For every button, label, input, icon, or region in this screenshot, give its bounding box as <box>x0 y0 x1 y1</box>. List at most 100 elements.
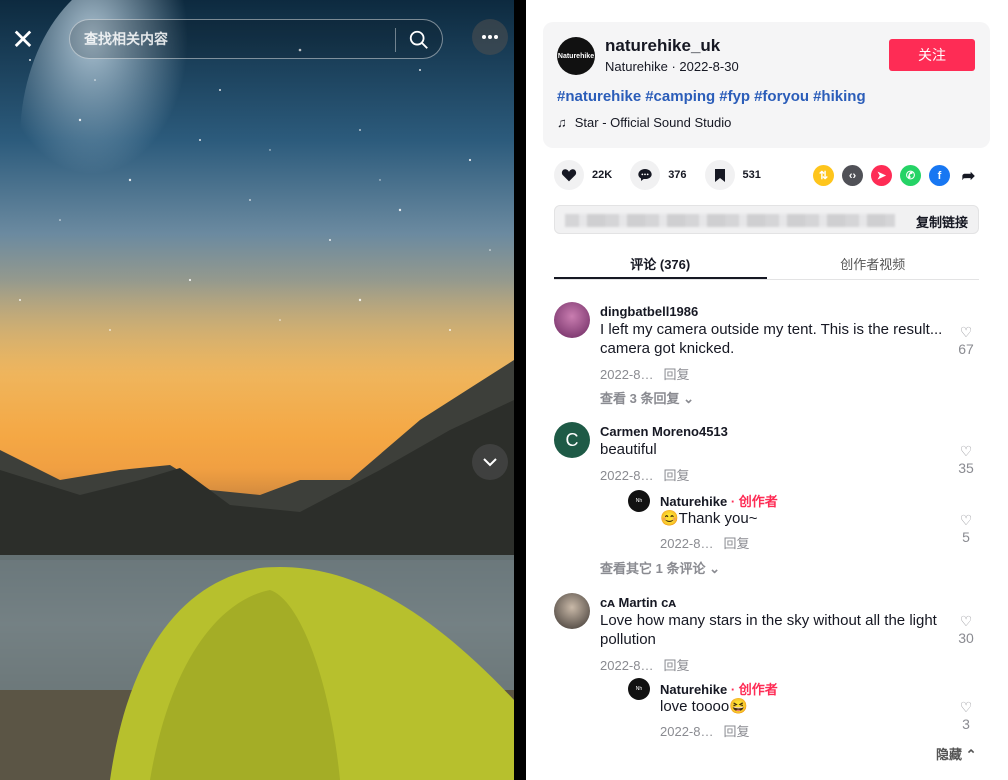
creator-avatar[interactable]: Nh <box>628 490 650 512</box>
view-more-label: 查看其它 1 条评论 <box>600 561 706 576</box>
chevron-down-icon <box>483 458 497 467</box>
creator-avatar[interactable]: Nh <box>628 678 650 700</box>
reply-button[interactable]: 回复 <box>663 658 689 673</box>
heart-outline-icon: ♡ <box>959 443 973 459</box>
heart-outline-icon: ♡ <box>959 512 973 528</box>
reply-text: 😊Thank you~ <box>660 510 758 527</box>
embed-code-icon[interactable]: ‹› <box>842 165 863 186</box>
hashtag-link[interactable]: #naturehike <box>557 88 641 105</box>
search-icon[interactable] <box>408 29 430 51</box>
starfield <box>19 39 491 331</box>
close-button[interactable]: ✕ <box>6 22 40 56</box>
reply-author[interactable]: Naturehike · 创作者 <box>660 679 778 698</box>
next-video-button[interactable] <box>472 444 508 480</box>
reply-meta: 2022-8… 回复 <box>660 721 760 740</box>
panel-tabs: 评论 (376) 创作者视频 <box>554 246 979 280</box>
comment-author[interactable]: Carmen Moreno4513 <box>600 424 728 439</box>
hashtag-link[interactable]: #hiking <box>813 88 866 105</box>
hashtag-link[interactable]: #foryou <box>754 88 809 105</box>
reply-button[interactable]: 回复 <box>723 536 749 551</box>
creator-badge: · 创作者 <box>730 494 778 509</box>
chevron-down-icon: ⌄ <box>683 391 694 406</box>
close-icon: ✕ <box>11 23 35 55</box>
author-card: Naturehike naturehike_uk Naturehike · 20… <box>543 22 990 148</box>
chevron-down-icon: ⌄ <box>709 561 720 576</box>
reply-button[interactable]: 回复 <box>723 724 749 739</box>
reply-button[interactable]: 回复 <box>663 468 689 483</box>
bookmark-icon <box>704 160 735 190</box>
comment-like-count: 67 <box>958 341 974 357</box>
comment-date: 2022-8… <box>600 658 654 673</box>
share-link-box: 复制链接 <box>554 205 979 234</box>
author-subtitle: Naturehike · 2022-8-30 <box>605 59 739 74</box>
avatar[interactable] <box>554 302 590 338</box>
author-handle[interactable]: naturehike_uk <box>605 36 720 56</box>
creator-badge: · 创作者 <box>730 682 778 697</box>
reply-like-count: 3 <box>962 716 970 732</box>
pane-divider <box>514 0 526 780</box>
reply-text: love toooo😆 <box>660 698 748 715</box>
music-link[interactable]: ♫ Star - Official Sound Studio <box>557 115 731 130</box>
repost-icon[interactable]: ⇅ <box>813 165 834 186</box>
video-player[interactable]: ✕ <box>0 0 514 780</box>
share-buttons: ⇅ ‹› ➤ ✆ f ➦ <box>813 165 979 186</box>
tab-creator-videos[interactable]: 创作者视频 <box>767 246 980 279</box>
share-arrow-icon[interactable]: ➦ <box>958 165 979 186</box>
comment-text: Love how many stars in the sky without a… <box>600 612 937 648</box>
comment-text: I left my camera outside my tent. This i… <box>600 321 943 357</box>
view-replies-label: 查看 3 条回复 <box>600 391 680 406</box>
reply-like[interactable]: ♡ 3 <box>954 699 978 732</box>
more-options-button[interactable] <box>472 19 508 55</box>
details-panel: Naturehike naturehike_uk Naturehike · 20… <box>526 0 1008 780</box>
hashtag-list: #naturehike #camping #fyp #foryou #hiking <box>557 88 870 105</box>
comment-meta: 2022-8… 回复 <box>600 364 700 383</box>
save-action[interactable]: 531 <box>704 160 761 190</box>
comment-date: 2022-8… <box>600 468 654 483</box>
heart-outline-icon: ♡ <box>959 613 973 629</box>
heart-outline-icon: ♡ <box>959 699 973 715</box>
search-input[interactable] <box>84 31 384 47</box>
page-root: ✕ Naturehike naturehike_uk Nature <box>0 0 1008 780</box>
heart-icon <box>554 160 584 190</box>
ellipsis-icon <box>482 35 498 39</box>
avatar[interactable] <box>554 593 590 629</box>
reply-button[interactable]: 回复 <box>663 367 689 382</box>
chevron-up-icon: ⌃ <box>965 747 977 762</box>
view-more-comments-button[interactable]: 查看其它 1 条评论 ⌄ <box>600 558 720 577</box>
comment-author[interactable]: dingbatbell1986 <box>600 304 698 319</box>
comment-author[interactable]: ᴄᴀ Martin ᴄᴀ <box>600 595 676 610</box>
view-replies-button[interactable]: 查看 3 条回复 ⌄ <box>600 388 694 407</box>
comment-like[interactable]: ♡ 35 <box>954 443 978 476</box>
whatsapp-icon[interactable]: ✆ <box>900 165 921 186</box>
reply-like-count: 5 <box>962 529 970 545</box>
hide-label: 隐藏 <box>936 747 963 762</box>
facebook-icon[interactable]: f <box>929 165 950 186</box>
author-avatar[interactable]: Naturehike <box>557 37 595 75</box>
like-action[interactable]: 22K <box>554 160 612 190</box>
share-link-url-blurred <box>565 214 895 227</box>
comment-icon <box>630 160 661 190</box>
reply-date: 2022-8… <box>660 724 714 739</box>
comment-meta: 2022-8… 回复 <box>600 465 700 484</box>
reply-author-name: Naturehike <box>660 682 728 697</box>
avatar[interactable]: C <box>554 422 590 458</box>
hide-replies-button[interactable]: 隐藏 ⌃ <box>936 744 977 763</box>
follow-button[interactable]: 关注 <box>889 39 975 71</box>
send-icon[interactable]: ➤ <box>871 165 892 186</box>
reply-author[interactable]: Naturehike · 创作者 <box>660 491 778 510</box>
tab-comments[interactable]: 评论 (376) <box>554 246 767 279</box>
comment-like-count: 30 <box>958 630 974 646</box>
comment-date: 2022-8… <box>600 367 654 382</box>
hashtag-link[interactable]: #camping <box>645 88 715 105</box>
search-divider <box>395 28 396 52</box>
comment-text: beautiful <box>600 441 657 458</box>
search-bar[interactable] <box>69 19 443 59</box>
hashtag-link[interactable]: #fyp <box>719 88 750 105</box>
music-note-icon: ♫ <box>557 115 567 130</box>
comment-like-count: 35 <box>958 460 974 476</box>
copy-link-button[interactable]: 复制链接 <box>916 212 968 231</box>
comment-like[interactable]: ♡ 30 <box>954 613 978 646</box>
comment-action[interactable]: 376 <box>630 160 687 190</box>
reply-like[interactable]: ♡ 5 <box>954 512 978 545</box>
comment-like[interactable]: ♡ 67 <box>954 324 978 357</box>
